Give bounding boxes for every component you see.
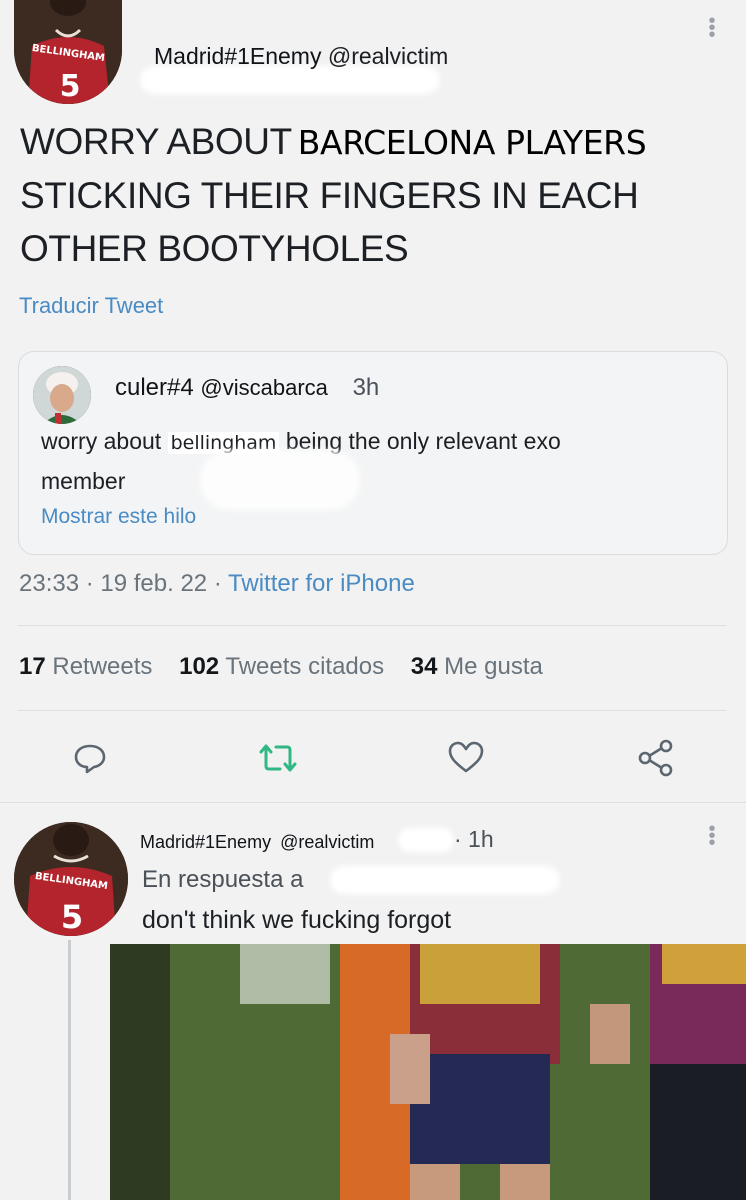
redaction-smear <box>140 66 440 94</box>
share-icon[interactable] <box>636 738 676 778</box>
quoted-tweet-card[interactable]: culer#4 @viscabarca 3h worry about belli… <box>18 351 728 555</box>
show-thread-link[interactable]: Mostrar este hilo <box>41 505 196 529</box>
tweet-text-part2: BARCELONA PLAYERS <box>297 123 647 162</box>
reply-icon[interactable] <box>72 740 108 776</box>
reply-author-avatar[interactable]: BELLINGHAM 5 <box>14 822 128 936</box>
replying-to-label: En respuesta a <box>142 866 304 893</box>
tweet-meta: 23:33 · 19 feb. 22 · Twitter for iPhone <box>19 570 415 598</box>
tweet-author-name[interactable]: Madrid#1Enemy <box>154 43 321 69</box>
reply-text: don't think we fucking forgot <box>142 906 452 934</box>
divider-mid <box>18 710 726 711</box>
reply-avatar-jersey-number: 5 <box>61 898 83 936</box>
reply-more-icon[interactable]: • • • <box>707 819 717 853</box>
quoted-text: worry about bellingham being the only re… <box>41 422 721 500</box>
retweets-count: 17 <box>19 653 46 680</box>
reply-author-name[interactable]: Madrid#1Enemy <box>140 832 271 852</box>
like-icon[interactable] <box>446 740 486 776</box>
avatar-jersey-number: 5 <box>60 69 81 104</box>
redaction-smear-reply <box>398 828 454 852</box>
quoted-avatar-image <box>33 366 91 424</box>
reply-media-image[interactable] <box>110 944 746 1200</box>
thread-line <box>68 940 71 1200</box>
quotes-label: Tweets citados <box>225 653 385 680</box>
reply-time: · 1h <box>454 826 494 852</box>
reply-author-handle[interactable]: @realvictim <box>280 832 374 852</box>
avatar-image: BELLINGHAM 5 <box>14 0 122 104</box>
tweet-author-handle[interactable]: @realvictim <box>328 43 448 69</box>
retweets-label: Retweets <box>52 653 153 680</box>
media-photo <box>110 944 746 1200</box>
author-avatar[interactable]: BELLINGHAM 5 <box>14 0 122 104</box>
quoted-text-line2: member <box>41 468 126 494</box>
reply-replying-to: En respuesta a <box>142 866 303 894</box>
retweets-stat[interactable]: 17 Retweets <box>19 653 152 680</box>
quoted-time: 3h <box>352 374 380 401</box>
tweet-source[interactable]: Twitter for iPhone <box>228 570 415 597</box>
quotes-count: 102 <box>179 653 220 680</box>
tweet-text: WORRY ABOUT BARCELONA PLAYERS STICKING TH… <box>20 115 740 275</box>
reply-author-line: Madrid#1Enemy @realvictim <box>140 832 374 853</box>
more-icon[interactable]: • • • <box>707 11 717 45</box>
likes-count: 34 <box>410 653 438 680</box>
reply-avatar-image: BELLINGHAM 5 <box>14 822 128 936</box>
quoted-author-line: culer#4 @viscabarca 3h <box>115 374 379 402</box>
redaction-smear-quote <box>200 450 360 510</box>
quoted-author-name[interactable]: culer#4 <box>115 374 194 401</box>
tweet-text-part1: WORRY ABOUT <box>20 121 292 162</box>
tweet-stats: 17 Retweets 102 Tweets citados 34 Me gus… <box>19 653 543 681</box>
quoted-author-handle[interactable]: @viscabarca <box>200 375 328 400</box>
tweet-timestamp: 23:33 · 19 feb. 22 · <box>19 570 222 597</box>
quoted-text-before: worry about <box>41 428 162 454</box>
tweet-text-line3: OTHER BOOTYHOLES <box>20 228 409 269</box>
divider-top <box>18 625 726 626</box>
tweet-text-line2: STICKING THEIR FINGERS IN EACH <box>20 175 639 216</box>
tweet-author-line: Madrid#1Enemy @realvictim <box>154 43 448 70</box>
quotes-stat[interactable]: 102 Tweets citados <box>179 653 384 680</box>
divider-bottom <box>0 802 746 803</box>
likes-label: Me gusta <box>444 653 543 680</box>
quoted-author-avatar[interactable] <box>33 366 91 424</box>
translate-tweet-link[interactable]: Traducir Tweet <box>19 293 163 319</box>
retweet-icon[interactable] <box>256 740 300 776</box>
likes-stat[interactable]: 34 Me gusta <box>411 653 543 680</box>
redaction-smear-replying <box>330 866 560 894</box>
